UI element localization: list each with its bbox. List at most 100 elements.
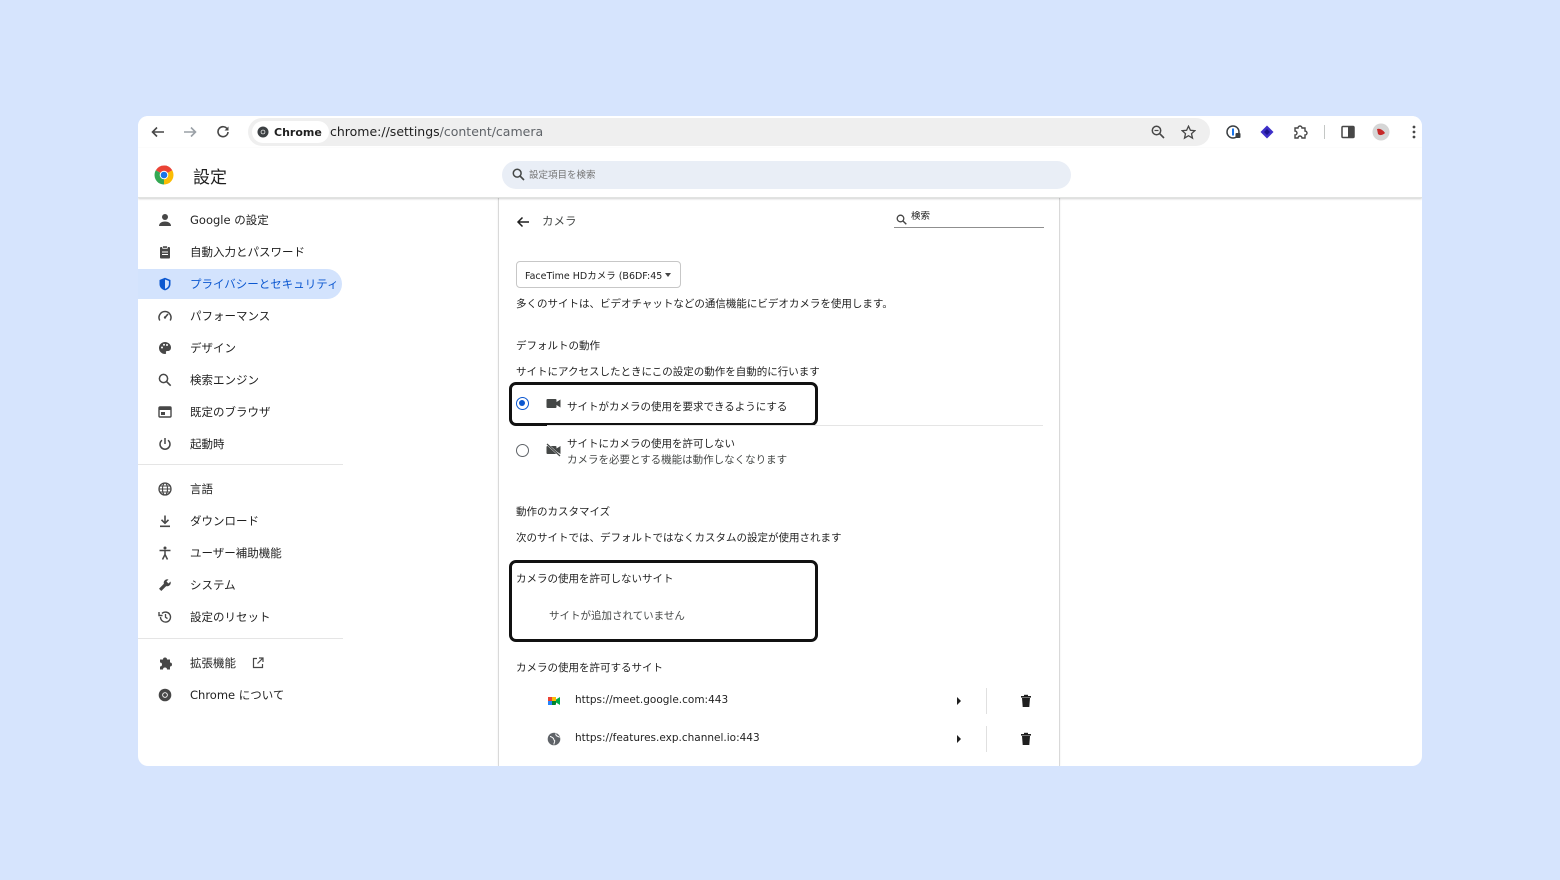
sidebar-item-downloads[interactable]: ダウンロード [138,506,342,536]
wrench-icon [157,577,173,593]
avatar [1372,123,1390,141]
globe-icon [157,481,173,497]
arrow-right-icon[interactable] [957,735,961,743]
sidebar-item-label: 起動時 [190,437,225,451]
settings-search[interactable] [502,161,1071,189]
trash-icon[interactable] [1019,732,1033,746]
puzzle-icon [1294,125,1308,139]
extension-layers-button[interactable] [1255,120,1279,144]
forward-button[interactable] [178,120,202,144]
sidebar-item-label: パフォーマンス [190,309,271,323]
google-meet-icon [548,697,560,705]
reload-icon [217,125,229,138]
sidebar-item-default-browser[interactable]: 既定のブラウザ [138,397,342,427]
arrow-right-icon[interactable] [957,697,961,705]
radio-block[interactable] [516,444,529,457]
browser-toolbar: Chrome chrome://settings/content/camera [138,116,1422,148]
option-block-label[interactable]: サイトにカメラの使用を許可しない [567,436,735,451]
trash-icon[interactable] [1019,694,1033,708]
site-chip[interactable]: Chrome [252,121,329,143]
sidebar-item-google[interactable]: Google の設定 [138,205,342,235]
row-vertical-divider [986,688,987,714]
customize-heading: 動作のカスタマイズ [516,506,611,518]
sidebar-item-label: ダウンロード [190,514,259,528]
site-url: https://meet.google.com:443 [575,694,729,706]
sidebar-item-label: 検索エンジン [190,373,259,387]
back-button[interactable] [146,120,170,144]
external-link-icon [252,657,264,669]
zoom-button[interactable] [1148,122,1168,142]
arrow-left-icon [151,126,164,138]
sidebar-item-label: 拡張機能 [190,656,236,670]
download-icon [157,513,173,529]
default-behavior-sub: サイトにアクセスしたときにこの設定の動作を自動的に行います [516,366,820,378]
camera-description: 多くのサイトは、ビデオチャットなどの通信機能にビデオカメラを使用します。 [516,298,893,310]
videocam-off-icon [546,443,561,457]
sidebar-item-system[interactable]: システム [138,570,342,600]
allowed-site-row[interactable]: https://features.exp.channel.io:443 [499,720,1061,758]
side-panel-button[interactable] [1336,120,1360,144]
sidebar-item-performance[interactable]: パフォーマンス [138,301,342,331]
url-path: /content/camera [439,124,544,139]
sidebar-item-extensions[interactable]: 拡張機能 [138,648,342,678]
chrome-logo-icon [257,126,269,138]
chrome-logo-icon [157,687,173,703]
site-chip-label: Chrome [274,125,322,139]
url-text[interactable]: chrome://settings/content/camera [330,124,543,139]
row-divider [547,425,1043,426]
more-vertical-icon [1412,125,1416,139]
option-allow-label[interactable]: サイトがカメラの使用を要求できるようにする [567,399,787,414]
allowed-sites-heading: カメラの使用を許可するサイト [516,662,663,674]
sidebar-item-privacy[interactable]: プライバシーとセキュリティ [138,269,342,299]
reload-button[interactable] [211,120,235,144]
camera-device-select[interactable]: FaceTime HDカメラ (B6DF:45 [516,261,681,288]
allowed-site-row[interactable]: https://meet.google.com:443 [499,682,1061,720]
page-title: カメラ [542,214,577,228]
radio-allow[interactable] [516,397,529,410]
speedometer-icon [157,308,173,324]
profile-button[interactable] [1369,120,1393,144]
extensions-button[interactable] [1288,120,1312,144]
sidebar-item-design[interactable]: デザイン [138,333,342,363]
site-search-input[interactable] [911,211,1036,222]
extension-1password-button[interactable] [1222,120,1246,144]
sidebar-item-label: デザイン [190,341,236,355]
sidebar-divider [138,638,343,639]
shield-icon [157,276,173,292]
bookmark-button[interactable] [1178,122,1198,142]
sidebar-item-label: 設定のリセット [190,610,271,624]
settings-title: 設定 [193,168,227,188]
star-icon [1180,124,1196,139]
site-search[interactable] [894,210,1044,228]
browser-window-icon [157,404,173,420]
sidebar-item-label: Google の設定 [190,213,269,227]
zoom-icon [1151,125,1165,139]
sidebar-item-languages[interactable]: 言語 [138,474,342,504]
caret-down-icon [665,273,671,277]
sidebar-item-label: Chrome について [190,688,285,702]
clipboard-icon [157,244,173,260]
settings-header: 設定 [138,148,1422,198]
camera-device-value: FaceTime HDカメラ (B6DF:45 [525,270,663,282]
arrow-right-icon [184,126,197,138]
default-behavior-heading: デフォルトの動作 [516,340,600,352]
sidebar-item-reset[interactable]: 設定のリセット [138,602,342,632]
url-host: chrome://settings [330,124,440,139]
search-icon [512,168,525,181]
settings-search-input[interactable] [529,166,929,184]
blocked-sites-heading: カメラの使用を許可しないサイト [516,573,674,585]
palette-icon [157,340,173,356]
sidebar-item-autofill[interactable]: 自動入力とパスワード [138,237,342,267]
toolbar-divider [1324,125,1325,139]
row-vertical-divider [986,726,987,752]
address-bar[interactable]: Chrome chrome://settings/content/camera [248,118,1210,146]
menu-button[interactable] [1402,120,1422,144]
search-icon [896,214,907,225]
sidebar-item-startup[interactable]: 起動時 [138,429,342,459]
key-lock-icon [1226,125,1241,139]
accessibility-icon [157,545,173,561]
sidebar-item-accessibility[interactable]: ユーザー補助機能 [138,538,342,568]
back-arrow-icon[interactable] [515,214,531,230]
sidebar-item-about-chrome[interactable]: Chrome について [138,680,342,710]
sidebar-item-search-engine[interactable]: 検索エンジン [138,365,342,395]
